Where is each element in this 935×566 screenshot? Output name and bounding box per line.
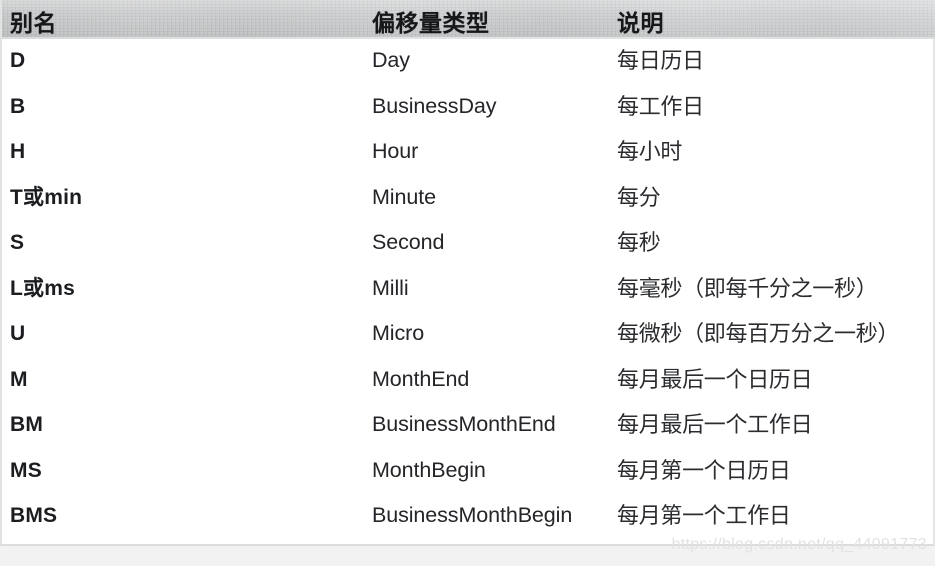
cell-description: 每月第一个工作日 [617,503,791,528]
cell-alias: B [10,94,26,118]
footer-strip [0,546,935,566]
table-row: H Hour 每小时 [2,129,935,175]
cell-alias: D [10,49,26,72]
table-body: D Day 每日历日 B BusinessDay 每工作日 H Hour 每小时… [2,38,935,544]
cell-alias: BM [10,413,44,436]
cell-offset-type: BusinessDay [372,93,497,118]
offset-alias-table: 别名 偏移量类型 说明 D Day 每日历日 B BusinessDay 每工作… [0,0,935,546]
cell-alias: M [10,367,28,391]
column-header-alias: 别名 [10,10,57,36]
cell-offset-type: Second [372,230,445,254]
cell-offset-type: Hour [372,139,419,163]
cell-offset-type: Minute [372,184,436,209]
cell-description: 每工作日 [617,93,704,119]
cell-alias: BMS [10,504,58,527]
table-row: BM BusinessMonthEnd 每月最后一个工作日 [2,402,935,448]
table-row: B BusinessDay 每工作日 [2,84,935,130]
cell-alias: T或min [10,185,83,209]
table-row: T或min Minute 每分 [2,175,935,221]
cell-description: 每月最后一个工作日 [617,412,813,437]
cell-offset-type: BusinessMonthBegin [372,503,573,527]
cell-description: 每小时 [617,139,683,164]
cell-alias: MS [10,458,42,482]
cell-alias: L或ms [10,276,75,300]
cell-description: 每微秒（即每百万分之一秒） [617,321,900,346]
table-row: M MonthEnd 每月最后一个日历日 [2,357,935,403]
column-header-description: 说明 [617,10,664,36]
table-row: MS MonthBegin 每月第一个日历日 [2,448,935,494]
cell-alias: U [10,322,26,345]
cell-description: 每月最后一个日历日 [617,366,813,392]
table-row: BMS BusinessMonthBegin 每月第一个工作日 [2,493,935,539]
cell-offset-type: BusinessMonthEnd [372,412,556,436]
table-row: D Day 每日历日 [2,38,935,84]
table-page: 别名 偏移量类型 说明 D Day 每日历日 B BusinessDay 每工作… [0,0,935,566]
table-row: U Micro 每微秒（即每百万分之一秒） [2,311,935,357]
table-row: L或ms Milli 每毫秒（即每千分之一秒） [2,266,935,312]
column-header-offset-type: 偏移量类型 [372,10,490,36]
cell-offset-type: Day [372,48,410,72]
cell-offset-type: Milli [372,275,409,300]
cell-offset-type: MonthBegin [372,457,486,482]
cell-description: 每毫秒（即每千分之一秒） [617,275,878,301]
cell-offset-type: MonthEnd [372,366,470,391]
cell-description: 每月第一个日历日 [617,457,791,483]
cell-alias: H [10,140,26,163]
table-header-row: 别名 偏移量类型 说明 [2,0,935,39]
cell-description: 每秒 [617,230,661,255]
cell-offset-type: Micro [372,321,425,345]
table-row: S Second 每秒 [2,220,935,266]
cell-description: 每分 [617,184,661,210]
cell-description: 每日历日 [617,48,704,73]
cell-alias: S [10,231,25,254]
